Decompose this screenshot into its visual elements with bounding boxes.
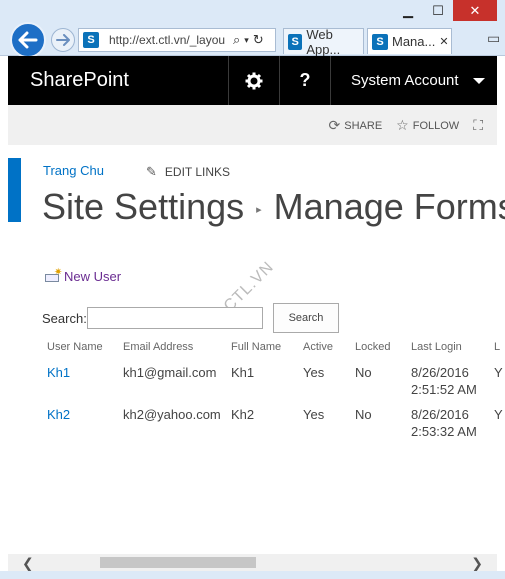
new-tab-icon: ▭	[487, 30, 501, 46]
extra-cell: Y	[494, 365, 503, 380]
table-row: Kh1 kh1@gmail.com Kh1 Yes No 8/26/2016 2…	[0, 364, 505, 406]
arrow-left-icon	[18, 31, 38, 49]
column-header-email[interactable]: Email Address	[123, 341, 193, 353]
close-window-button[interactable]: ✕	[453, 0, 497, 21]
search-label: Search:	[42, 311, 87, 326]
share-icon: ⟳	[328, 117, 341, 133]
tab-web-app[interactable]: S Web App...	[283, 26, 364, 57]
arrow-right-icon	[56, 34, 70, 46]
full-name-cell: Kh1	[231, 365, 255, 380]
follow-button[interactable]: ☆ FOLLOW	[396, 117, 459, 134]
edit-links-label: EDIT LINKS	[164, 165, 231, 179]
page-title: Site Settings ▸ Manage Forms	[42, 186, 505, 228]
table-row: Kh2 kh2@yahoo.com Kh2 Yes No 8/26/2016 2…	[0, 406, 505, 448]
search-input[interactable]	[87, 307, 263, 329]
tab-manage-forms[interactable]: S Mana... ✕	[367, 28, 452, 54]
scroll-right-icon[interactable]: ❯	[471, 555, 483, 572]
settings-button[interactable]	[229, 56, 279, 105]
gear-icon	[245, 72, 263, 89]
account-menu[interactable]: System Account	[331, 72, 497, 89]
address-text: http://ext.ctl.vn/_layou	[109, 33, 226, 47]
column-header-full-name[interactable]: Full Name	[231, 341, 281, 353]
search-button[interactable]: Search	[273, 303, 339, 333]
extra-cell: Y	[494, 407, 503, 422]
fullscreen-icon: ⛶	[473, 117, 483, 133]
brand-link[interactable]: SharePoint	[8, 69, 228, 92]
refresh-icon[interactable]: ↻	[253, 32, 264, 48]
pencil-icon: ✎	[146, 164, 157, 179]
suite-bar: SharePoint ? System Account	[8, 56, 497, 105]
window-controls: ▁ ☐ ✕	[393, 0, 497, 21]
active-cell: Yes	[303, 407, 325, 422]
scrollbar-thumb[interactable]	[100, 557, 256, 568]
active-cell: Yes	[303, 365, 325, 380]
breadcrumb-link[interactable]: Trang Chu	[43, 163, 104, 178]
column-header-locked[interactable]: Locked	[355, 341, 390, 353]
tab-label: Mana...	[392, 34, 436, 49]
forward-button[interactable]	[51, 28, 75, 52]
sharepoint-favicon-icon: S	[372, 33, 388, 50]
horizontal-scrollbar[interactable]: ❮ ❯	[8, 554, 497, 571]
browser-chrome: ▁ ☐ ✕ S http://ext.ctl.vn/_layou ⌕ ▾ ↻ S…	[0, 0, 505, 58]
address-bar[interactable]: S http://ext.ctl.vn/_layou ⌕ ▾ ↻	[78, 28, 276, 52]
column-header-user-name[interactable]: User Name	[47, 341, 103, 353]
title-current: Manage Forms	[273, 186, 505, 227]
question-icon: ?	[299, 70, 311, 90]
caret-down-icon	[473, 77, 485, 84]
email-cell: kh2@yahoo.com	[123, 407, 221, 422]
help-button[interactable]: ?	[280, 56, 330, 105]
back-button[interactable]	[10, 22, 46, 58]
new-user-link[interactable]: ✷ New User	[45, 267, 122, 284]
share-button[interactable]: ⟳ SHARE	[329, 117, 383, 134]
accent-bar	[8, 158, 21, 222]
minimize-button[interactable]: ▁	[393, 0, 423, 21]
scroll-left-icon[interactable]: ❮	[22, 555, 34, 572]
maximize-button[interactable]: ☐	[423, 0, 453, 21]
focus-button[interactable]: ⛶	[473, 117, 487, 134]
column-header-active[interactable]: Active	[303, 341, 333, 353]
last-login-date: 8/26/2016	[411, 365, 469, 380]
title-parent-link[interactable]: Site Settings	[42, 186, 244, 227]
full-name-cell: Kh2	[231, 407, 255, 422]
column-header-last-login[interactable]: Last Login	[411, 341, 462, 353]
new-user-label: New User	[64, 269, 122, 284]
email-cell: kh1@gmail.com	[123, 365, 217, 380]
user-name-link[interactable]: Kh2	[47, 406, 70, 423]
edit-links-button[interactable]: ✎ EDIT LINKS	[146, 164, 230, 180]
ribbon-bar: ⟳ SHARE ☆ FOLLOW ⛶	[8, 105, 497, 145]
last-login-time: 2:53:32 AM	[411, 424, 477, 439]
star-icon: ☆	[396, 117, 409, 133]
search-icon[interactable]: ⌕	[233, 32, 240, 48]
tab-label: Web App...	[306, 26, 341, 57]
locked-cell: No	[355, 365, 372, 380]
account-name: System Account	[351, 72, 459, 89]
sharepoint-favicon-icon: S	[83, 32, 99, 48]
last-login-time: 2:51:52 AM	[411, 382, 477, 397]
sharepoint-favicon-icon: S	[288, 33, 303, 50]
column-header-extra[interactable]: L	[494, 341, 500, 353]
new-tab-button[interactable]: ▭	[487, 30, 500, 47]
close-tab-icon[interactable]: ✕	[439, 35, 448, 48]
dropdown-icon[interactable]: ▾	[244, 35, 249, 46]
window-bottom-edge	[0, 571, 505, 579]
new-item-icon: ✷	[45, 267, 62, 283]
breadcrumb-arrow-icon: ▸	[256, 203, 262, 216]
user-name-link[interactable]: Kh1	[47, 364, 70, 381]
locked-cell: No	[355, 407, 372, 422]
follow-label: FOLLOW	[412, 119, 460, 132]
last-login-date: 8/26/2016	[411, 407, 469, 422]
share-label: SHARE	[344, 119, 383, 132]
